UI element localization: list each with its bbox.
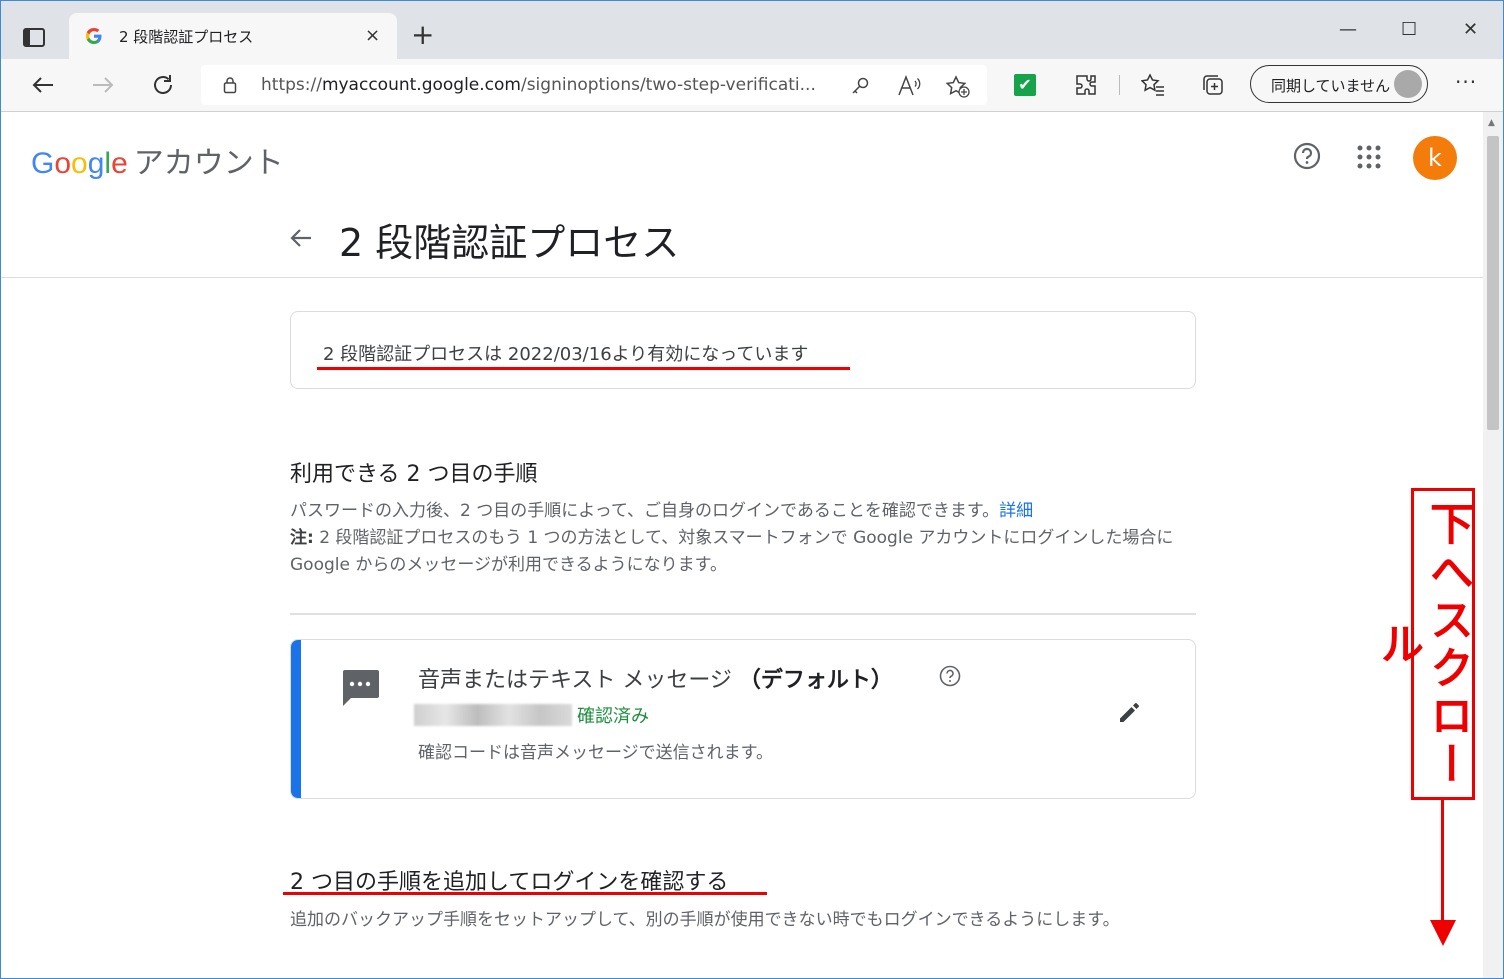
scroll-up-icon[interactable]: ▲ <box>1488 118 1495 128</box>
browser-toolbar: https://myaccount.google.com/signinoptio… <box>1 59 1503 112</box>
address-bar[interactable]: https://myaccount.google.com/signinoptio… <box>201 65 987 105</box>
section-title-available-steps: 利用できる 2 つ目の手順 <box>290 462 538 487</box>
page-scrollbar[interactable]: ▲ <box>1483 112 1503 978</box>
extension-check-icon[interactable]: ✔ <box>1014 74 1036 96</box>
tab-close-button[interactable]: × <box>365 25 380 46</box>
section-description: パスワードの入力後、2 つ目の手順によって、ご自身のログインであることを確認でき… <box>290 501 1174 575</box>
status-text: 2 段階認証プロセスは 2022/03/16より有効になっています <box>323 344 809 365</box>
close-window-button[interactable]: ✕ <box>1463 19 1478 40</box>
sync-profile-button[interactable]: 同期していません <box>1250 65 1428 103</box>
method-note: 確認コードは音声メッセージで送信されます。 <box>418 743 773 763</box>
status-card: 2 段階認証プロセスは 2022/03/16より有効になっています <box>290 311 1196 389</box>
account-avatar[interactable]: k <box>1413 136 1457 180</box>
method-title: 音声またはテキスト メッセージ （デフォルト） <box>418 668 893 693</box>
add-favorite-icon[interactable] <box>945 75 971 99</box>
tab-strip: 2 段階認証プロセス × + — ☐ ✕ <box>1 1 1503 59</box>
page-back-icon[interactable] <box>287 224 315 252</box>
tab-active[interactable]: 2 段階認証プロセス × <box>69 13 397 59</box>
read-aloud-icon[interactable] <box>897 75 921 97</box>
verified-badge: 確認済み <box>577 706 649 727</box>
apps-grid-icon[interactable] <box>1357 145 1381 169</box>
sync-label: 同期していません <box>1271 77 1391 95</box>
voice-text-method-card: 音声またはテキスト メッセージ （デフォルト） 確認済み 確認コードは音声メッセ… <box>290 639 1196 799</box>
annotation-underline-status <box>317 367 850 370</box>
tab-actions-icon[interactable] <box>15 19 55 59</box>
lock-icon[interactable] <box>223 76 237 94</box>
page-content: Google アカウント k 2 段階認証プロセス 2 段階認証プロセスは 20… <box>1 112 1483 978</box>
new-tab-button[interactable]: + <box>411 21 434 49</box>
key-icon[interactable] <box>849 75 871 97</box>
browser-window: 2 段階認証プロセス × + — ☐ ✕ https://myaccount.g… <box>0 0 1504 979</box>
forward-icon[interactable] <box>89 71 117 99</box>
scrollbar-thumb[interactable] <box>1487 136 1499 430</box>
edit-pencil-icon[interactable] <box>1116 698 1144 726</box>
redacted-phone-number <box>414 704 572 726</box>
scroll-down-annotation: 下へスクロール <box>1372 488 1475 800</box>
favorites-icon[interactable] <box>1141 73 1165 97</box>
method-help-icon[interactable] <box>939 665 961 687</box>
maximize-button[interactable]: ☐ <box>1401 19 1417 40</box>
message-icon <box>343 670 379 706</box>
card-accent-bar <box>291 640 301 798</box>
refresh-icon[interactable] <box>149 71 177 99</box>
annotation-arrow-line <box>1441 800 1444 925</box>
page-title: 2 段階認証プロセス <box>339 221 680 265</box>
minimize-button[interactable]: — <box>1339 19 1357 40</box>
help-icon[interactable] <box>1293 142 1321 170</box>
google-account-logo[interactable]: Google アカウント <box>31 138 284 182</box>
google-favicon-icon <box>86 28 102 44</box>
back-icon[interactable] <box>29 71 57 99</box>
toolbar-separator <box>1119 75 1120 95</box>
tab-title: 2 段階認証プロセス <box>119 28 254 46</box>
scroll-down-annotation-text: 下へスクロール <box>1372 501 1473 789</box>
extensions-icon[interactable] <box>1074 73 1098 97</box>
details-link[interactable]: 詳細 <box>999 501 1033 521</box>
annotation-arrow-head-icon <box>1430 920 1456 946</box>
more-menu-icon[interactable]: ··· <box>1455 70 1477 94</box>
profile-avatar-icon <box>1394 70 1422 98</box>
section2-description: 追加のバックアップ手順をセットアップして、別の手順が使用できない時でもログインで… <box>290 910 1120 930</box>
url-text[interactable]: https://myaccount.google.com/signinoptio… <box>261 75 816 95</box>
collections-icon[interactable] <box>1201 73 1225 97</box>
annotation-underline-add-step <box>283 892 767 895</box>
page-header: Google アカウント k 2 段階認証プロセス <box>1 112 1483 278</box>
section-divider <box>290 613 1196 615</box>
